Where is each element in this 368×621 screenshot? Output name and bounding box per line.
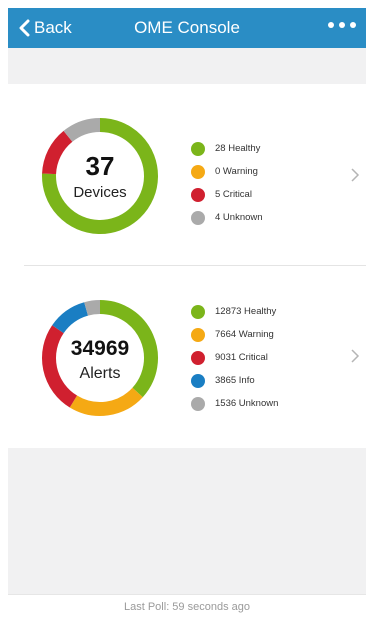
summary-panel: 37 Devices 28 Healthy 0 Warning 5 Critic… xyxy=(8,84,366,448)
last-poll-text: Last Poll: 59 seconds ago xyxy=(124,601,250,613)
legend-item-healthy: 28 Healthy xyxy=(191,137,263,160)
legend-label: 9031 Critical xyxy=(215,352,268,363)
healthy-dot-icon xyxy=(191,304,205,319)
page-title: OME Console xyxy=(134,18,240,37)
legend-item-healthy: 12873 Healthy xyxy=(191,300,278,323)
app-screen: Back OME Console 37 Devices 28 Healthy 0… xyxy=(8,8,366,620)
nav-bar: Back OME Console xyxy=(8,8,366,48)
more-dot-icon xyxy=(350,22,356,28)
info-dot-icon xyxy=(191,373,205,388)
warning-dot-icon xyxy=(191,327,205,342)
alerts-label: Alerts xyxy=(79,365,121,382)
unknown-dot-icon xyxy=(191,210,205,225)
unknown-dot-icon xyxy=(191,396,205,411)
devices-donut-segment xyxy=(63,118,101,142)
warning-dot-icon xyxy=(191,164,205,179)
legend-item-warning: 0 Warning xyxy=(191,160,263,183)
devices-donut-chart: 37 Devices xyxy=(41,117,159,235)
devices-legend: 28 Healthy 0 Warning 5 Critical 4 Unknow… xyxy=(191,137,263,229)
legend-item-unknown: 4 Unknown xyxy=(191,206,263,229)
devices-card[interactable]: 37 Devices 28 Healthy 0 Warning 5 Critic… xyxy=(8,84,366,265)
alerts-donut-segment xyxy=(52,302,89,334)
legend-label: 28 Healthy xyxy=(215,143,261,154)
devices-label: Devices xyxy=(73,184,127,201)
alerts-donut-segment xyxy=(84,300,101,316)
more-button[interactable] xyxy=(328,22,356,28)
alerts-donut-segment xyxy=(69,387,143,416)
legend-label: 5 Critical xyxy=(215,189,252,200)
more-dot-icon xyxy=(328,22,334,28)
legend-label: 4 Unknown xyxy=(215,212,263,223)
healthy-dot-icon xyxy=(191,141,205,156)
legend-item-warning: 7664 Warning xyxy=(191,323,278,346)
alerts-donut-chart: 34969 Alerts xyxy=(41,299,159,417)
legend-item-info: 3865 Info xyxy=(191,369,278,392)
legend-item-unknown: 1536 Unknown xyxy=(191,392,278,415)
legend-label: 0 Warning xyxy=(215,166,258,177)
critical-dot-icon xyxy=(191,187,205,202)
legend-item-critical: 9031 Critical xyxy=(191,346,278,369)
status-footer: Last Poll: 59 seconds ago xyxy=(8,594,366,620)
legend-label: 3865 Info xyxy=(215,375,255,386)
more-dot-icon xyxy=(339,22,345,28)
critical-dot-icon xyxy=(191,350,205,365)
legend-label: 12873 Healthy xyxy=(215,306,277,317)
legend-item-critical: 5 Critical xyxy=(191,183,263,206)
devices-total: 37 xyxy=(85,151,115,181)
alerts-legend: 12873 Healthy 7664 Warning 9031 Critical… xyxy=(191,300,278,415)
legend-label: 7664 Warning xyxy=(215,329,274,340)
alerts-card[interactable]: 34969 Alerts 12873 Healthy 7664 Warning … xyxy=(8,266,366,448)
chevron-right-icon[interactable] xyxy=(350,348,360,364)
legend-label: 1536 Unknown xyxy=(215,398,279,409)
alerts-total: 34969 xyxy=(70,337,130,360)
chevron-right-icon[interactable] xyxy=(350,167,360,183)
